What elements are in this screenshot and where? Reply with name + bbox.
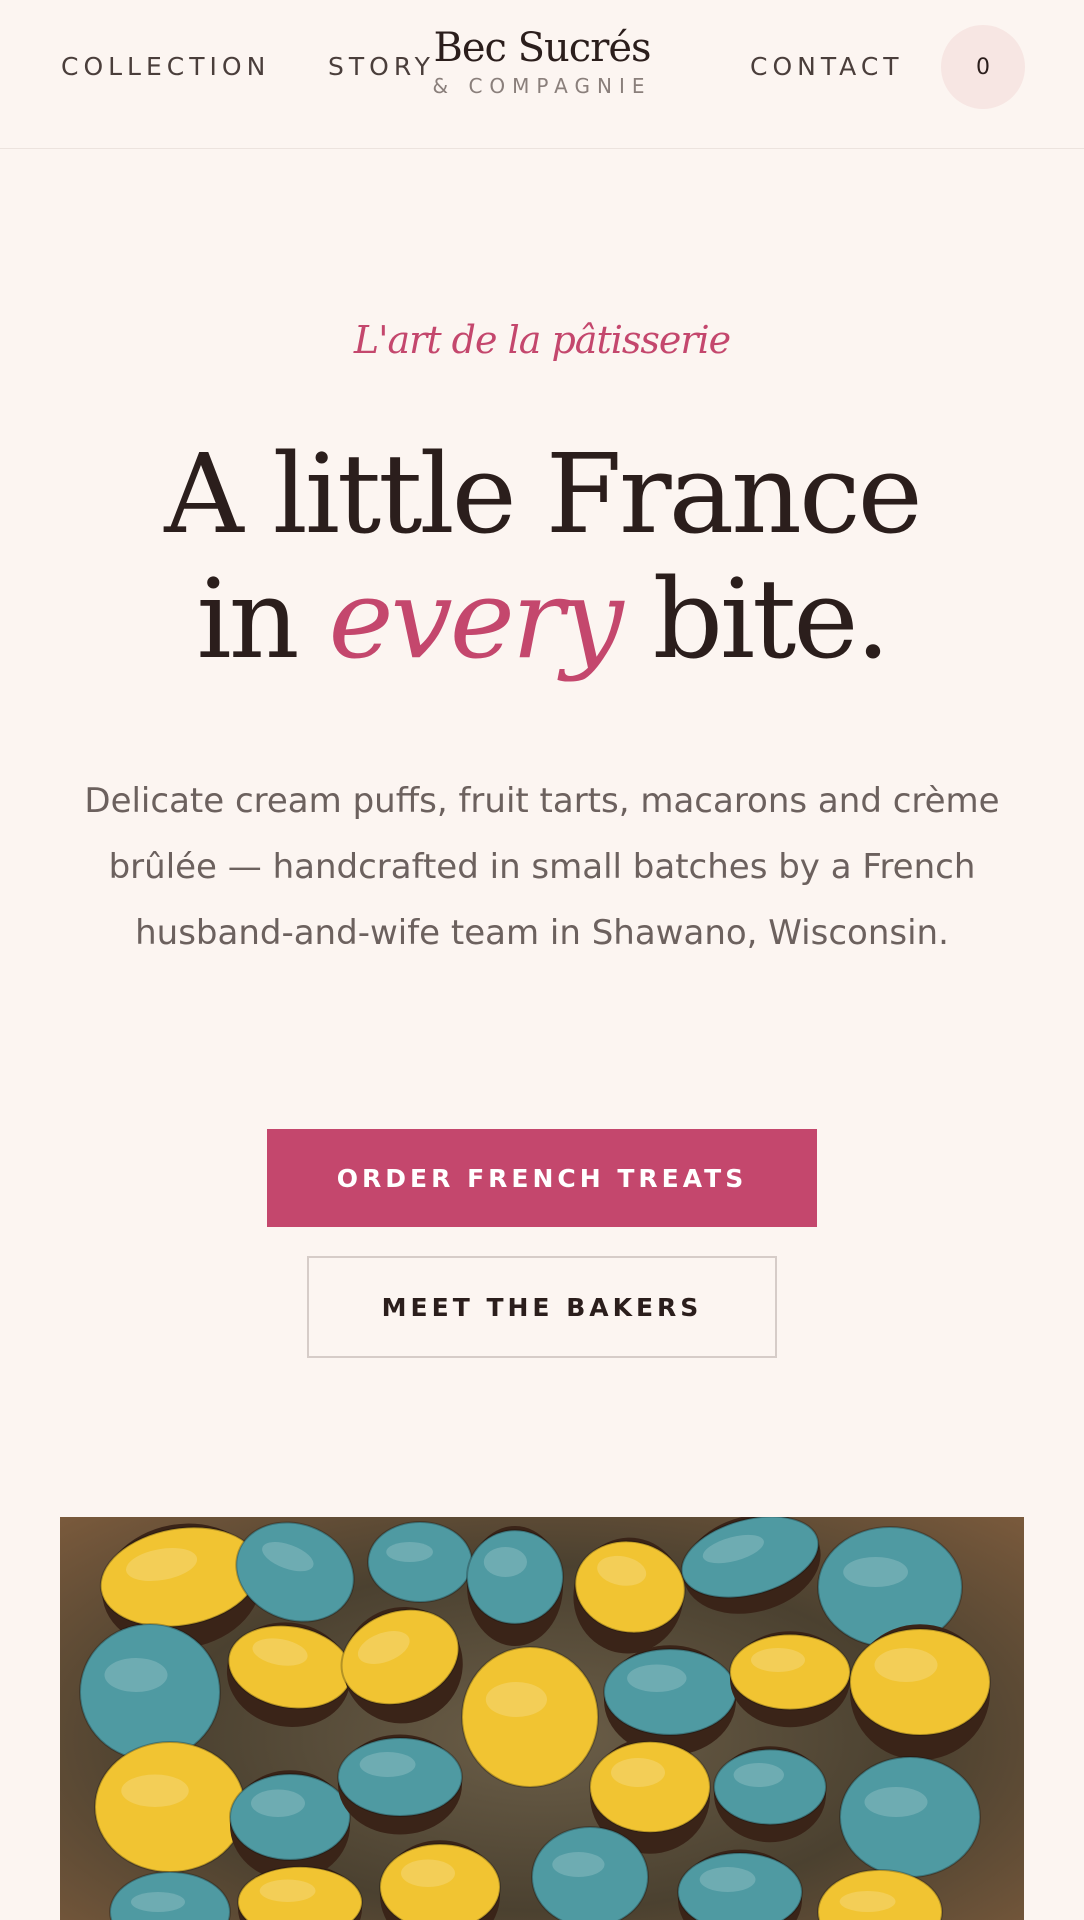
macaron-shape	[603, 1645, 737, 1756]
headline-line-1: A little France	[164, 430, 922, 558]
brand-logo[interactable]: Bec Sucrés & COMPAGNIE	[0, 22, 1084, 98]
macaron-shape	[461, 1646, 599, 1788]
macaron-shape	[849, 1624, 991, 1761]
hero-eyebrow: L'art de la pâtisserie	[353, 318, 731, 362]
macaron-shape	[94, 1741, 246, 1873]
macarons-illustration	[79, 1517, 991, 1920]
meet-the-bakers-button[interactable]: MEET THE BAKERS	[307, 1256, 777, 1358]
macaron-shape	[713, 1746, 827, 1843]
logo-title: Bec Sucrés	[433, 25, 651, 71]
macaron-shape	[79, 1623, 221, 1761]
macaron-shape	[817, 1869, 943, 1920]
macaron-shape	[109, 1871, 231, 1920]
logo-subtitle: & COMPAGNIE	[432, 74, 652, 98]
macaron-shape	[340, 1606, 463, 1724]
site-header: COLLECTION STORY Bec Sucrés & COMPAGNIE …	[0, 0, 1084, 149]
order-french-treats-button[interactable]: ORDER FRENCH TREATS	[267, 1129, 817, 1227]
headline-accent: every	[328, 555, 624, 683]
macaron-shape	[367, 1521, 473, 1603]
hero-headline: A little France in every bite.	[0, 432, 1084, 682]
macarons-photo	[60, 1517, 1024, 1920]
macaron-shape	[531, 1826, 649, 1920]
macaron-shape	[337, 1734, 463, 1835]
macaron-shape	[379, 1840, 501, 1920]
macaron-shape	[229, 1770, 351, 1881]
macaron-shape	[466, 1526, 564, 1646]
macaron-shape	[226, 1622, 353, 1728]
headline-end: bite.	[652, 555, 891, 683]
nav-contact-link[interactable]: CONTACT	[750, 52, 904, 81]
macaron-shape	[573, 1537, 686, 1654]
macaron-shape	[680, 1517, 821, 1614]
macaron-shape	[237, 1863, 363, 1920]
cart-button[interactable]: 0	[941, 25, 1025, 109]
macaron-shape	[839, 1756, 981, 1878]
hero-description: Delicate cream puffs, fruit tarts, macar…	[84, 781, 1000, 953]
macaron-shape	[729, 1631, 851, 1728]
macaron-shape	[677, 1849, 803, 1920]
headline-in: in	[196, 555, 300, 683]
cart-count: 0	[976, 54, 990, 80]
